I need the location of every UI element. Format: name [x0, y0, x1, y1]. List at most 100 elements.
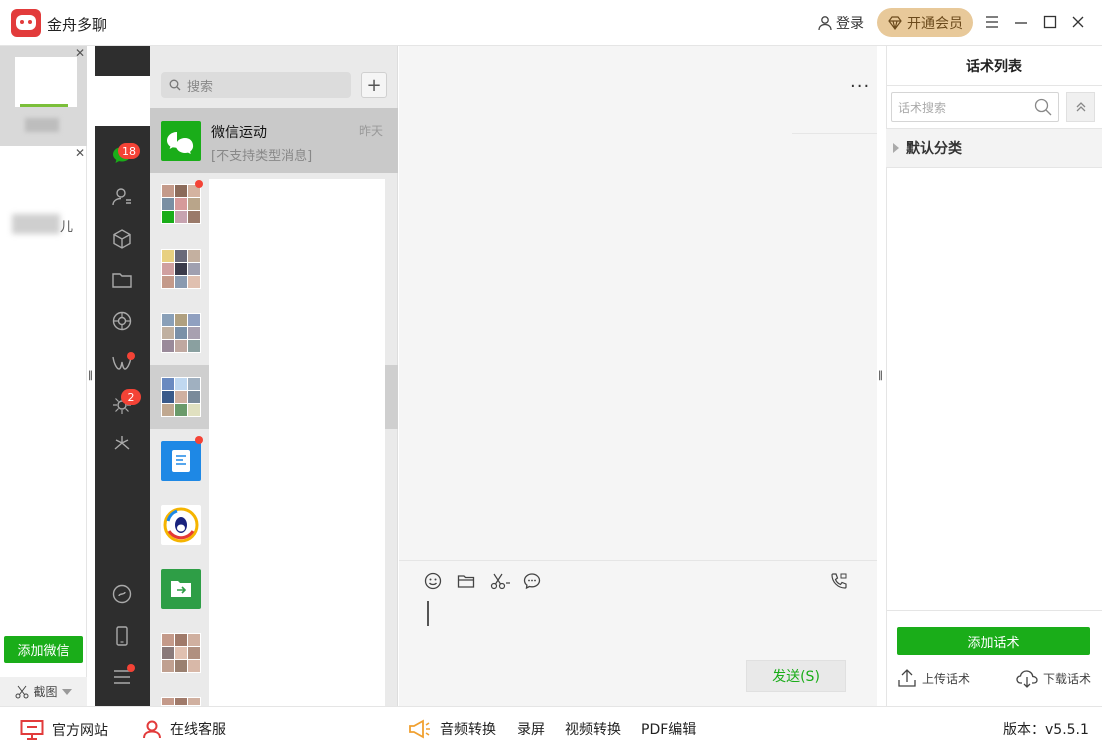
script-category-default[interactable]: 默认分类: [886, 128, 1102, 168]
script-search-input[interactable]: 话术搜索: [891, 92, 1059, 122]
scissors-icon: [15, 685, 29, 698]
official-website-link[interactable]: 官方网站: [20, 719, 108, 741]
close-icon[interactable]: [1070, 14, 1086, 30]
chat-search-input[interactable]: 搜索: [161, 72, 351, 98]
app-logo-icon: [11, 9, 41, 37]
account-close-icon[interactable]: ✕: [75, 146, 85, 160]
audio-convert-link[interactable]: 音频转换: [408, 719, 496, 739]
unread-dot: [195, 436, 203, 444]
cloud-download-icon: [1016, 670, 1038, 688]
account-name-blurred: [25, 118, 59, 132]
send-button[interactable]: 发送(S): [746, 660, 846, 692]
record-screen-link[interactable]: 录屏: [517, 719, 545, 739]
chat-list-scrollbar[interactable]: [385, 365, 398, 429]
file-transfer-avatar[interactable]: [161, 569, 201, 609]
divider: [886, 610, 1102, 611]
mini-programs-icon[interactable]: [111, 433, 133, 455]
video-convert-link[interactable]: 视频转换: [565, 719, 621, 739]
add-wechat-button[interactable]: 添加微信: [4, 636, 83, 663]
pdf-edit-link[interactable]: PDF编辑: [641, 719, 696, 739]
unread-dot: [195, 180, 203, 188]
script-search-placeholder: 话术搜索: [898, 100, 947, 115]
chat-message-area: [399, 46, 877, 560]
channels-dot: [127, 352, 135, 360]
voice-video-call-icon[interactable]: [830, 572, 848, 590]
chat-more-button[interactable]: ···: [850, 76, 870, 97]
wechat-avatar-area: [95, 46, 150, 76]
chats-badge: 18: [118, 143, 140, 159]
login-button[interactable]: 登录: [817, 13, 864, 33]
group-avatar[interactable]: [161, 184, 201, 224]
double-chevron-up-icon: [1076, 102, 1085, 112]
chat-list-blank-overlay: [209, 179, 385, 707]
collapse-all-button[interactable]: [1066, 92, 1095, 122]
support-label: 在线客服: [170, 722, 226, 738]
login-label: 登录: [836, 16, 864, 32]
more-menu-dot: [127, 664, 135, 672]
group-avatar[interactable]: [161, 377, 201, 417]
minimize-icon[interactable]: [1013, 14, 1029, 30]
phone-icon[interactable]: [111, 625, 133, 647]
user-icon: [818, 16, 832, 31]
account-name-blurred: [12, 214, 60, 234]
qq-app-avatar[interactable]: [161, 505, 201, 545]
chat-header-divider: [792, 133, 877, 134]
moments-badge: 2: [121, 389, 141, 405]
script-panel-title: 话术列表: [886, 46, 1102, 86]
moments-icon[interactable]: [111, 310, 133, 332]
screenshot-label: 截图: [33, 685, 58, 699]
account-close-icon[interactable]: ✕: [75, 46, 85, 60]
maximize-icon[interactable]: [1042, 14, 1058, 30]
wechat-sidebar: [95, 126, 150, 706]
download-script-button[interactable]: 下载话术: [1016, 668, 1091, 688]
website-label: 官方网站: [52, 723, 108, 739]
group-avatar[interactable]: [161, 313, 201, 353]
upload-icon: [898, 669, 916, 687]
chat-name: 微信运动: [211, 125, 267, 141]
dropdown-arrow-icon[interactable]: [61, 688, 72, 696]
text-cursor: [427, 601, 429, 626]
diamond-icon: [888, 15, 902, 30]
favorites-box-icon[interactable]: [111, 228, 133, 250]
search-icon[interactable]: [1034, 98, 1052, 116]
vip-button[interactable]: 开通会员: [877, 8, 973, 37]
emoji-icon[interactable]: [424, 572, 442, 590]
upload-label: 上传话术: [922, 671, 971, 686]
support-agent-icon: [143, 720, 161, 739]
caret-right-icon: [893, 143, 899, 153]
upload-script-button[interactable]: 上传话术: [897, 668, 970, 688]
screenshot-scissors-icon[interactable]: [490, 572, 512, 590]
online-support-link[interactable]: 在线客服: [142, 719, 226, 739]
mini-program-panel-icon[interactable]: [111, 583, 133, 605]
download-label: 下载话术: [1043, 671, 1092, 686]
account-name-suffix: 儿: [60, 220, 74, 235]
account-status-bar: [20, 104, 68, 107]
document-app-avatar[interactable]: [161, 441, 201, 481]
collapse-handle[interactable]: ‖: [88, 370, 93, 381]
app-title: 金舟多聊: [47, 16, 108, 34]
group-avatar[interactable]: [161, 633, 201, 673]
group-avatar[interactable]: [161, 249, 201, 289]
collapse-handle[interactable]: ‖: [878, 370, 883, 381]
megaphone-icon: [409, 719, 430, 739]
audio-label: 音频转换: [440, 722, 496, 738]
search-placeholder: 搜索: [187, 79, 214, 95]
chat-history-icon[interactable]: [523, 572, 541, 590]
chat-preview: [不支持类型消息]: [211, 149, 313, 164]
add-script-button[interactable]: 添加话术: [897, 627, 1090, 655]
monitor-icon: [20, 720, 44, 740]
contacts-icon[interactable]: [111, 186, 133, 208]
menu-icon[interactable]: [984, 14, 1000, 30]
send-file-icon[interactable]: [457, 572, 475, 590]
wechat-sports-avatar: [161, 121, 201, 161]
category-label: 默认分类: [906, 141, 962, 157]
screenshot-button[interactable]: 截图: [0, 677, 87, 706]
vip-label: 开通会员: [907, 15, 963, 32]
search-icon: [169, 79, 181, 91]
version-label: 版本：v5.5.1: [1003, 722, 1089, 738]
folder-icon[interactable]: [111, 269, 133, 291]
group-avatar[interactable]: [161, 697, 201, 706]
chat-time: 昨天: [359, 124, 384, 138]
account-avatar: [15, 57, 77, 107]
add-contact-button[interactable]: +: [361, 72, 387, 98]
